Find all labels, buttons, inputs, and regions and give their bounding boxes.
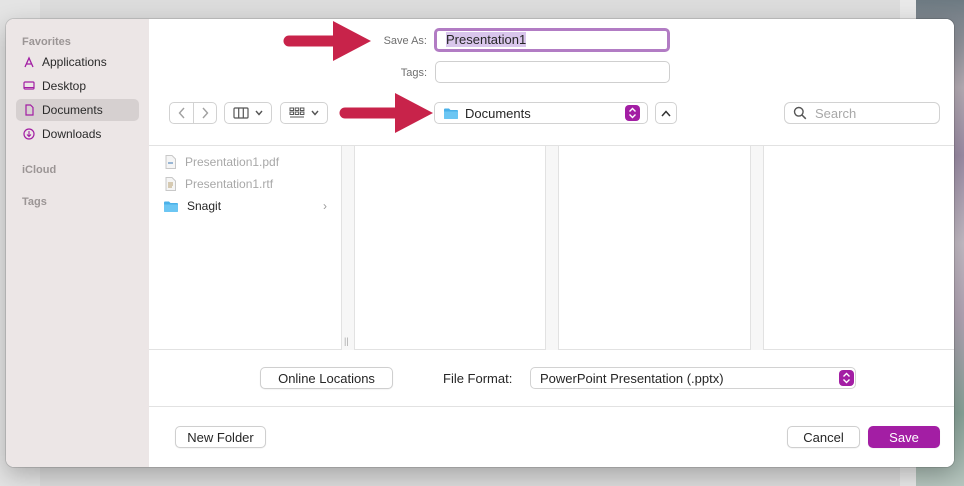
annotation-arrow-save-as xyxy=(283,21,371,61)
forward-button[interactable] xyxy=(193,103,216,123)
file-row-pdf[interactable]: Presentation1.pdf xyxy=(163,152,327,172)
column-resize-handle-icon[interactable]: || xyxy=(344,336,349,346)
sidebar-heading-icloud[interactable]: iCloud xyxy=(22,164,56,176)
sidebar-item-label: Downloads xyxy=(42,127,102,141)
documents-icon xyxy=(22,103,36,117)
folder-icon xyxy=(163,199,179,213)
column-divider xyxy=(763,146,764,350)
file-format-popup[interactable]: PowerPoint Presentation (.pptx) xyxy=(530,367,856,389)
column-divider xyxy=(354,146,355,350)
location-popup[interactable]: Documents xyxy=(434,102,648,124)
file-format-value: PowerPoint Presentation (.pptx) xyxy=(540,370,724,386)
rtf-file-icon xyxy=(163,177,177,191)
popup-stepper-icon xyxy=(625,105,640,121)
chevron-down-icon xyxy=(311,110,319,116)
desktop-icon xyxy=(22,79,36,93)
file-name: Presentation1.rtf xyxy=(185,177,274,191)
sidebar: Favorites Applications Desktop Documents… xyxy=(6,19,149,467)
pdf-file-icon xyxy=(163,155,177,169)
sidebar-item-label: Documents xyxy=(42,103,103,117)
main-panel: Save As: Presentation1 Tags: Documents S… xyxy=(149,19,954,467)
save-dialog: Favorites Applications Desktop Documents… xyxy=(6,19,954,467)
search-placeholder: Search xyxy=(815,105,857,121)
sidebar-item-desktop[interactable]: Desktop xyxy=(16,75,139,97)
tags-field[interactable] xyxy=(435,61,670,83)
file-row-snagit-folder[interactable]: Snagit › xyxy=(163,196,327,216)
sidebar-item-label: Desktop xyxy=(42,79,87,93)
column-divider xyxy=(558,146,559,350)
column-gutter[interactable] xyxy=(750,146,764,350)
save-as-label: Save As: xyxy=(383,35,427,47)
file-name: Snagit xyxy=(187,199,222,213)
save-as-value: Presentation1 xyxy=(446,32,527,47)
column-divider xyxy=(750,146,751,350)
save-as-field[interactable]: Presentation1 xyxy=(434,28,670,52)
annotation-arrow-location xyxy=(339,93,433,133)
column-divider xyxy=(545,146,546,350)
view-columns-button[interactable] xyxy=(224,102,272,124)
chevron-right-icon xyxy=(202,107,209,119)
chevron-up-icon xyxy=(661,109,671,116)
new-folder-button[interactable]: New Folder xyxy=(175,426,266,448)
sidebar-heading-favorites: Favorites xyxy=(22,36,71,48)
chevron-right-icon: › xyxy=(323,199,327,213)
file-name: Presentation1.pdf xyxy=(185,155,280,169)
footer-separator xyxy=(149,406,954,407)
expand-collapse-button[interactable] xyxy=(655,102,677,124)
search-icon xyxy=(793,106,807,120)
file-format-label: File Format: xyxy=(443,371,513,386)
chevron-left-icon xyxy=(178,107,185,119)
applications-icon xyxy=(22,55,36,69)
back-forward-buttons xyxy=(169,102,217,124)
file-row-rtf[interactable]: Presentation1.rtf xyxy=(163,174,327,194)
online-locations-button[interactable]: Online Locations xyxy=(260,367,393,389)
sidebar-item-label: Applications xyxy=(42,55,107,69)
save-button[interactable]: Save xyxy=(868,426,940,448)
grid-icon xyxy=(289,107,305,118)
sidebar-item-applications[interactable]: Applications xyxy=(16,51,139,73)
file-browser: Presentation1.pdf Presentation1.rtf Snag… xyxy=(149,145,954,350)
sidebar-item-downloads[interactable]: Downloads xyxy=(16,123,139,145)
column-gutter[interactable] xyxy=(341,146,355,350)
sidebar-item-documents[interactable]: Documents xyxy=(16,99,139,121)
group-items-button[interactable] xyxy=(280,102,328,124)
popup-stepper-icon xyxy=(839,370,854,386)
location-label: Documents xyxy=(465,105,531,121)
folder-icon xyxy=(444,108,458,119)
search-field[interactable]: Search xyxy=(784,102,940,124)
columns-view-icon xyxy=(233,107,249,119)
chevron-down-icon xyxy=(255,110,263,116)
back-button[interactable] xyxy=(170,103,193,123)
tags-label: Tags: xyxy=(400,67,427,79)
column-gutter[interactable] xyxy=(545,146,559,350)
downloads-icon xyxy=(22,127,36,141)
cancel-button[interactable]: Cancel xyxy=(787,426,860,448)
sidebar-heading-tags[interactable]: Tags xyxy=(22,196,47,208)
column-divider xyxy=(341,146,342,350)
